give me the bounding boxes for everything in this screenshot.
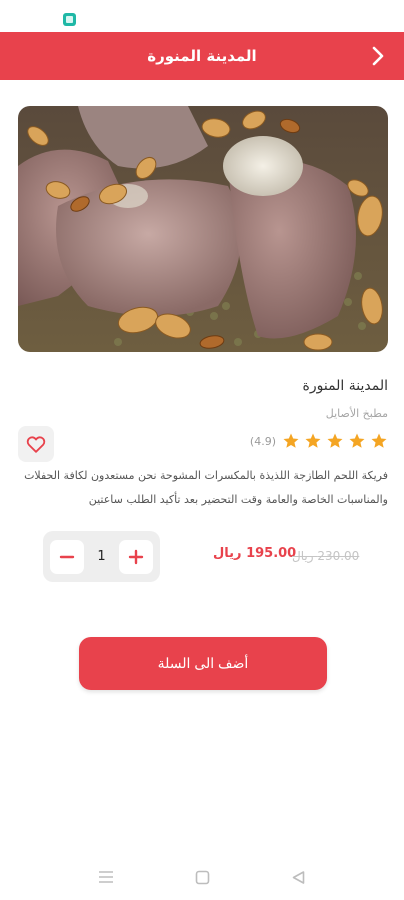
minus-icon [59,555,75,558]
favorite-button[interactable] [18,426,54,462]
quantity-value: 1 [97,549,106,564]
increment-button[interactable] [119,539,153,574]
notification-icon [63,13,76,26]
product-image [18,106,388,352]
star-icon [349,433,365,448]
rating: (4.9) [250,432,388,450]
quantity-stepper: 1 [43,531,160,582]
page-title: المدينة المنورة [147,47,257,65]
system-nav-bar [0,860,404,894]
menu-lines-icon [99,871,113,883]
rating-count: (4.9) [249,434,276,448]
status-bar [0,0,404,32]
chevron-right-icon [372,46,384,66]
triangle-left-icon [292,870,304,884]
current-price: 195.00 ريال [213,546,297,561]
back-nav-button[interactable] [289,868,307,886]
old-price: 230.00 ريال [292,549,360,563]
add-to-cart-button[interactable]: أضف الى السلة [79,637,327,690]
app-bar: المدينة المنورة [0,32,404,80]
recents-button[interactable] [97,868,115,886]
heart-outline-icon [26,436,46,453]
star-icon [283,433,299,448]
home-button[interactable] [193,868,211,886]
product-name: المدينة المنورة [302,378,388,394]
decrement-button[interactable] [50,539,84,574]
star-icon [327,433,343,448]
back-button[interactable] [366,44,390,68]
product-description: فريكة اللحم الطازجة اللذيذة بالمكسرات ال… [24,469,388,506]
square-icon [195,870,209,884]
star-icon [305,433,321,448]
plus-icon [128,549,144,564]
star-icon [371,433,387,448]
kitchen-name: مطبخ الأصايل [325,407,388,420]
